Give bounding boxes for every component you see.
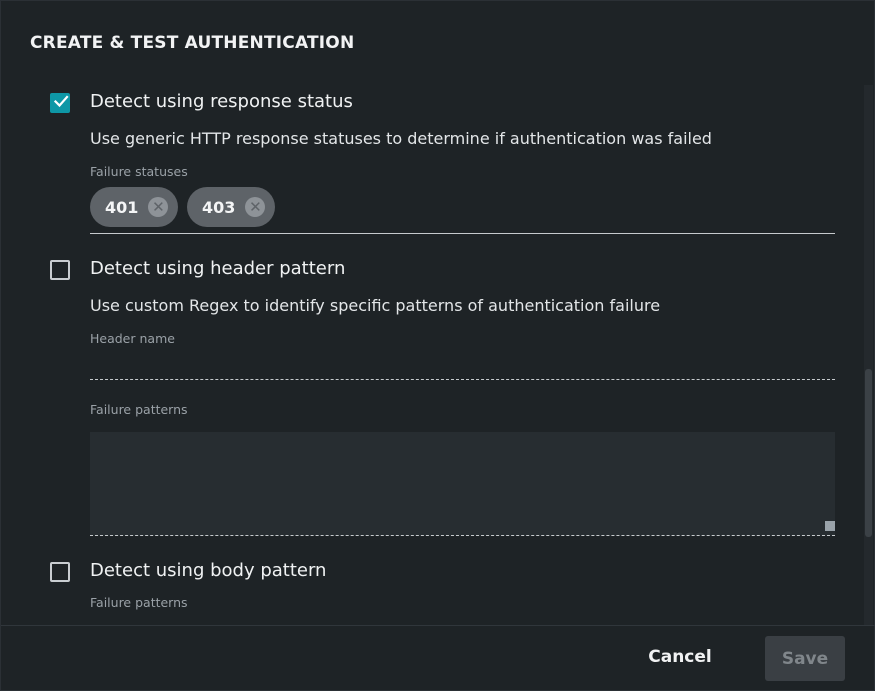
dialog-title: CREATE & TEST AUTHENTICATION <box>30 33 355 53</box>
header-name-label: Header name <box>90 331 175 346</box>
scrollbar-thumb[interactable] <box>865 369 872 537</box>
body-pattern-label[interactable]: Detect using body pattern <box>90 560 326 581</box>
auth-dialog: CREATE & TEST AUTHENTICATION Detect usin… <box>0 0 875 691</box>
header-pattern-checkbox[interactable] <box>50 260 70 280</box>
status-chip-label: 401 <box>105 197 139 217</box>
status-chip-label: 403 <box>202 197 236 217</box>
failure-statuses-label: Failure statuses <box>90 164 188 179</box>
header-failure-patterns-underline <box>90 535 835 536</box>
response-status-checkbox[interactable] <box>50 93 70 113</box>
response-status-label[interactable]: Detect using response status <box>90 91 353 112</box>
header-pattern-label[interactable]: Detect using header pattern <box>90 258 345 279</box>
body-pattern-checkbox[interactable] <box>50 562 70 582</box>
header-failure-patterns-label: Failure patterns <box>90 402 188 417</box>
close-circle-icon[interactable]: ✕ <box>245 197 266 217</box>
body-failure-patterns-label: Failure patterns <box>90 595 188 610</box>
header-pattern-description: Use custom Regex to identify specific pa… <box>90 296 661 315</box>
header-name-input[interactable] <box>90 379 835 380</box>
failure-statuses-underline <box>90 233 835 234</box>
cancel-button[interactable]: Cancel <box>639 647 721 671</box>
status-chip[interactable]: 403 ✕ <box>187 187 276 227</box>
response-status-description: Use generic HTTP response statuses to de… <box>90 129 712 148</box>
resize-handle-icon[interactable] <box>825 521 835 531</box>
scrollbar-track[interactable] <box>864 85 873 625</box>
status-chip[interactable]: 401 ✕ <box>90 187 179 227</box>
dialog-footer <box>1 625 875 691</box>
checkmark-icon <box>53 95 69 108</box>
save-button[interactable]: Save <box>765 636 845 681</box>
header-failure-patterns-textarea[interactable] <box>90 432 835 536</box>
close-circle-icon[interactable]: ✕ <box>148 197 169 217</box>
